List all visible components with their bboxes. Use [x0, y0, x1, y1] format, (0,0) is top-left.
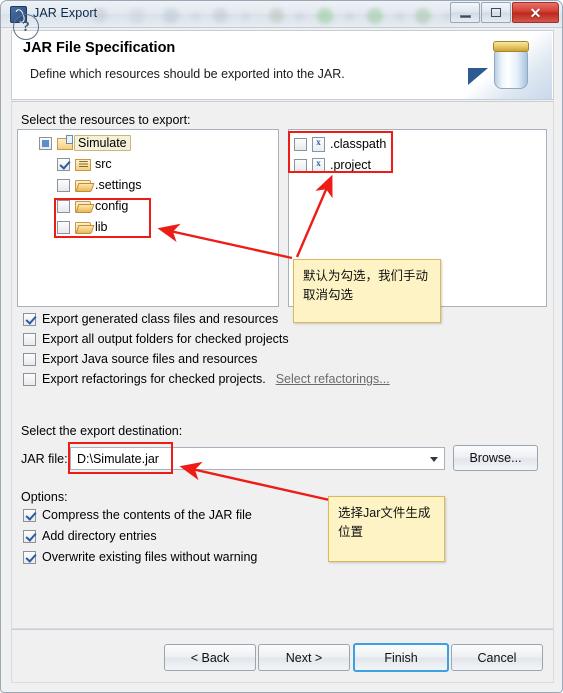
- jar-option-1-label: Add directory entries: [42, 529, 157, 543]
- jar-file-input[interactable]: D:\Simulate.jar: [70, 447, 445, 470]
- export-option-3[interactable]: Export refactorings for checked projects…: [23, 372, 390, 386]
- jar-option-1-checkbox[interactable]: [23, 529, 36, 543]
- jar-option-0-checkbox[interactable]: [23, 508, 36, 522]
- jar-lid-shape: [493, 41, 529, 52]
- tree-item-label: config: [95, 199, 129, 213]
- export-option-1[interactable]: Export all output folders for checked pr…: [23, 332, 289, 346]
- maximize-icon: [491, 8, 501, 17]
- title-bar: JAR Export ✕: [1, 1, 562, 28]
- folder-icon: [75, 178, 91, 192]
- ghost-icon: [345, 12, 354, 21]
- export-option-2-label: Export Java source files and resources: [42, 352, 258, 366]
- ghost-icon: [191, 12, 200, 21]
- file-item-label: .classpath: [330, 137, 387, 151]
- export-option-1-checkbox[interactable]: [23, 332, 36, 346]
- minimize-icon: [459, 14, 471, 18]
- tree-item-label: src: [95, 157, 112, 171]
- package-folder-icon: [75, 157, 91, 171]
- export-option-3-checkbox[interactable]: [23, 372, 36, 386]
- minimize-button[interactable]: [450, 2, 480, 23]
- checkbox-classpath[interactable]: [294, 137, 307, 151]
- jar-option-2-label: Overwrite existing files without warning: [42, 550, 258, 564]
- jar-option-2[interactable]: Overwrite existing files without warning: [23, 550, 257, 564]
- checkbox-Simulate[interactable]: [39, 136, 52, 150]
- tree-item-settings[interactable]: .settings: [57, 175, 142, 195]
- jar-option-1[interactable]: Add directory entries: [23, 529, 157, 543]
- project-folder-icon: [57, 135, 73, 150]
- checkbox-src[interactable]: [57, 157, 70, 171]
- jar-illustration-icon: [462, 32, 552, 99]
- file-item-classpath[interactable]: .classpath: [294, 134, 386, 154]
- checkbox-config[interactable]: [57, 199, 70, 213]
- ghost-icon: [129, 8, 145, 24]
- page-description: Define which resources should be exporte…: [30, 67, 345, 81]
- jar-body-shape: [494, 49, 528, 89]
- jar-option-0[interactable]: Compress the contents of the JAR file: [23, 508, 252, 522]
- export-option-2-checkbox[interactable]: [23, 352, 36, 366]
- ghost-icon: [241, 12, 250, 21]
- finish-button[interactable]: Finish: [353, 643, 449, 672]
- dialog-header: JAR File Specification Define which reso…: [11, 30, 554, 100]
- jar-export-dialog: JAR Export ✕ JAR File Specification Defi…: [0, 0, 563, 693]
- triangle-shape: [468, 68, 488, 85]
- tree-item-Simulate[interactable]: Simulate: [39, 133, 131, 153]
- browse-button[interactable]: Browse...: [453, 445, 538, 471]
- export-option-0-checkbox[interactable]: [23, 312, 36, 326]
- ghost-icon: [163, 8, 179, 24]
- tree-item-src[interactable]: src: [57, 154, 112, 174]
- ghost-icon: [317, 8, 333, 24]
- export-option-1-label: Export all output folders for checked pr…: [42, 332, 289, 346]
- file-item-label: .project: [330, 158, 371, 172]
- checkbox-lib[interactable]: [57, 220, 70, 234]
- next-button[interactable]: Next >: [258, 644, 350, 671]
- tree-item-label: .settings: [95, 178, 142, 192]
- folder-icon: [75, 199, 91, 213]
- ghost-icon: [295, 12, 304, 21]
- export-option-3-label: Export refactorings for checked projects…: [42, 372, 266, 386]
- xml-file-icon: [312, 157, 325, 173]
- jar-file-value: D:\Simulate.jar: [77, 451, 159, 466]
- ghost-icon: [395, 12, 404, 21]
- checkbox-settings[interactable]: [57, 178, 70, 192]
- export-option-2[interactable]: Export Java source files and resources: [23, 352, 257, 366]
- maximize-button[interactable]: [481, 2, 511, 23]
- export-option-0-label: Export generated class files and resourc…: [42, 312, 279, 326]
- tree-item-config[interactable]: config: [57, 196, 128, 216]
- close-button[interactable]: ✕: [512, 2, 559, 23]
- jar-file-label: JAR file:: [21, 452, 68, 466]
- ghost-icon: [367, 8, 383, 24]
- help-button[interactable]: ?: [13, 14, 39, 40]
- checkbox-project[interactable]: [294, 158, 307, 172]
- resources-label: Select the resources to export:: [21, 113, 191, 127]
- folder-icon: [75, 220, 91, 234]
- back-button[interactable]: < Back: [164, 644, 256, 671]
- close-icon: ✕: [529, 4, 542, 21]
- annotation-tooltip-jar-path: 选择Jar文件生成位置: [328, 496, 445, 562]
- tree-item-label: lib: [95, 220, 108, 234]
- export-option-0[interactable]: Export generated class files and resourc…: [23, 312, 278, 326]
- xml-file-icon: [312, 136, 325, 152]
- tree-item-lib[interactable]: lib: [57, 217, 108, 237]
- cancel-button[interactable]: Cancel: [451, 644, 543, 671]
- chevron-down-icon[interactable]: [430, 457, 438, 462]
- window-title: JAR Export: [33, 6, 98, 20]
- destination-label: Select the export destination:: [21, 424, 183, 438]
- file-item-project[interactable]: .project: [294, 155, 371, 175]
- select-refactorings-link[interactable]: Select refactorings...: [276, 372, 390, 386]
- ghost-icon: [213, 8, 228, 23]
- jar-option-2-checkbox[interactable]: [23, 550, 36, 564]
- options-label: Options:: [21, 490, 68, 504]
- ghost-icon: [269, 8, 284, 23]
- page-title: JAR File Specification: [23, 40, 176, 56]
- annotation-tooltip-checkboxes: 默认为勾选，我们手动取消勾选: [293, 259, 441, 323]
- ghost-icon: [415, 8, 431, 24]
- jar-option-0-label: Compress the contents of the JAR file: [42, 508, 252, 522]
- tree-item-label: Simulate: [74, 135, 131, 151]
